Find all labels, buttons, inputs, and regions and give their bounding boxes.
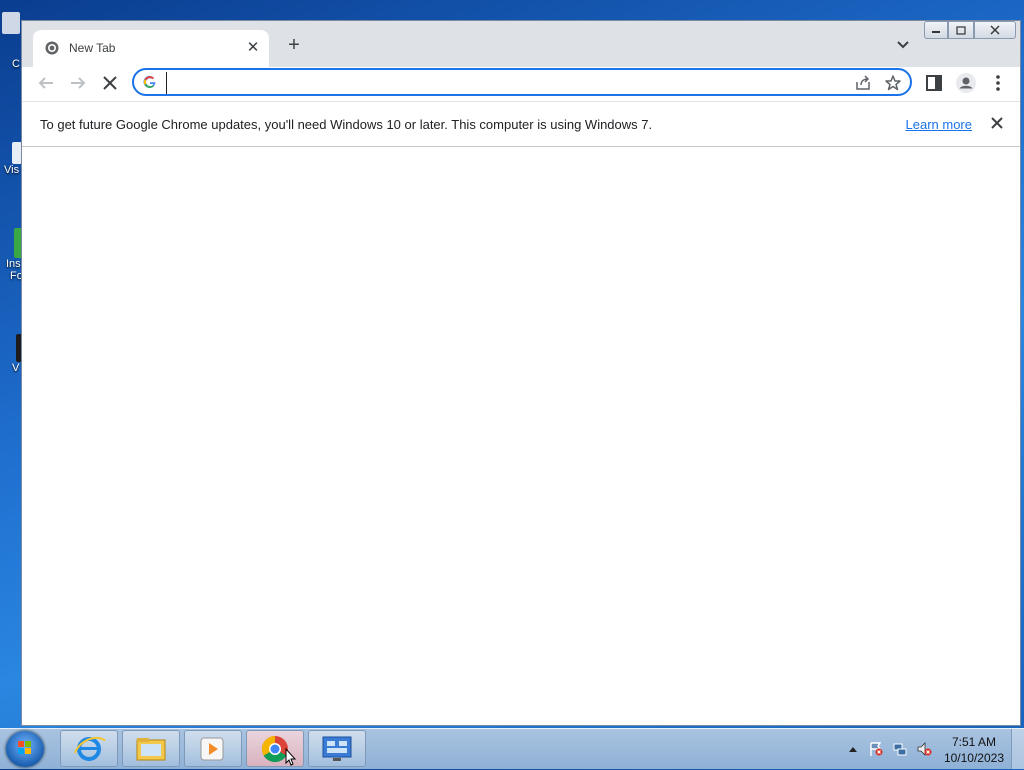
close-window-button[interactable] bbox=[974, 21, 1016, 39]
new-tab-button[interactable]: + bbox=[284, 35, 304, 55]
minimize-button[interactable] bbox=[924, 21, 948, 39]
internet-explorer-icon bbox=[74, 736, 106, 761]
chrome-icon bbox=[261, 735, 297, 766]
system-tray: 7:51 AM 10/10/2023 bbox=[834, 729, 1024, 769]
chrome-window: New Tab ✕ + To get future Google Chrome … bbox=[21, 20, 1021, 726]
profile-avatar-icon[interactable] bbox=[954, 71, 978, 95]
address-bar[interactable] bbox=[132, 68, 912, 96]
windows-logo-icon bbox=[18, 741, 31, 754]
learn-more-link[interactable]: Learn more bbox=[906, 117, 972, 132]
desktop-icon-label: Ins bbox=[6, 258, 21, 270]
close-infobar-icon[interactable] bbox=[988, 114, 1006, 132]
tab-search-chevron-down-icon[interactable] bbox=[893, 35, 913, 55]
media-player-icon bbox=[200, 737, 224, 761]
control-panel-icon bbox=[322, 736, 352, 761]
tab-close-icon[interactable]: ✕ bbox=[243, 38, 263, 58]
back-arrow-icon[interactable] bbox=[34, 71, 58, 95]
tab-title: New Tab bbox=[69, 41, 116, 55]
title-bar: New Tab ✕ + bbox=[22, 21, 1020, 67]
clock[interactable]: 7:51 AM 10/10/2023 bbox=[944, 734, 1004, 766]
desktop-icon-installer[interactable]: Ins Fo bbox=[0, 228, 23, 282]
restore-button[interactable] bbox=[948, 21, 974, 39]
taskbar-chrome[interactable] bbox=[246, 730, 304, 767]
desktop-icon-v[interactable]: V bbox=[0, 334, 22, 374]
tab-new-tab[interactable]: New Tab ✕ bbox=[33, 30, 269, 67]
clock-date: 10/10/2023 bbox=[943, 751, 1004, 765]
address-input[interactable] bbox=[166, 72, 841, 94]
stop-loading-x-icon[interactable] bbox=[98, 71, 122, 95]
clock-time: 7:51 AM bbox=[951, 735, 996, 749]
infobar-message: To get future Google Chrome updates, you… bbox=[40, 117, 653, 132]
taskbar-control-panel[interactable] bbox=[308, 730, 366, 767]
menu-kebab-icon[interactable] bbox=[986, 71, 1010, 95]
google-g-icon bbox=[143, 75, 156, 88]
taskbar: 7:51 AM 10/10/2023 bbox=[0, 728, 1024, 769]
network-icon[interactable] bbox=[892, 741, 908, 757]
volume-muted-icon[interactable] bbox=[916, 741, 932, 757]
minimize-icon bbox=[932, 31, 940, 33]
update-infobar: To get future Google Chrome updates, you… bbox=[22, 101, 1020, 147]
start-button[interactable] bbox=[6, 731, 44, 767]
desktop-icon-recycle-bin[interactable]: C bbox=[0, 12, 22, 70]
close-icon bbox=[990, 25, 1000, 35]
forward-arrow-icon[interactable] bbox=[66, 71, 90, 95]
taskbar-internet-explorer[interactable] bbox=[60, 730, 118, 767]
desktop-icon-label: Vis bbox=[4, 164, 20, 176]
taskbar-media-player[interactable] bbox=[184, 730, 242, 767]
restore-icon bbox=[956, 26, 966, 35]
action-center-flag-icon[interactable] bbox=[868, 741, 884, 757]
toolbar bbox=[22, 67, 1020, 99]
page-content bbox=[22, 147, 1020, 725]
side-panel-icon[interactable] bbox=[922, 71, 946, 95]
show-hidden-icons-chevron-up-icon[interactable] bbox=[848, 745, 858, 753]
new-tab-favicon-icon bbox=[45, 41, 59, 55]
file-explorer-icon bbox=[136, 738, 166, 761]
desktop-icon-vis[interactable]: Vis bbox=[0, 142, 22, 176]
show-desktop-button[interactable] bbox=[1011, 729, 1024, 769]
bookmark-star-icon[interactable] bbox=[884, 74, 902, 92]
recycle-bin-icon bbox=[2, 12, 20, 34]
share-icon[interactable] bbox=[854, 74, 872, 92]
taskbar-file-explorer[interactable] bbox=[122, 730, 180, 767]
